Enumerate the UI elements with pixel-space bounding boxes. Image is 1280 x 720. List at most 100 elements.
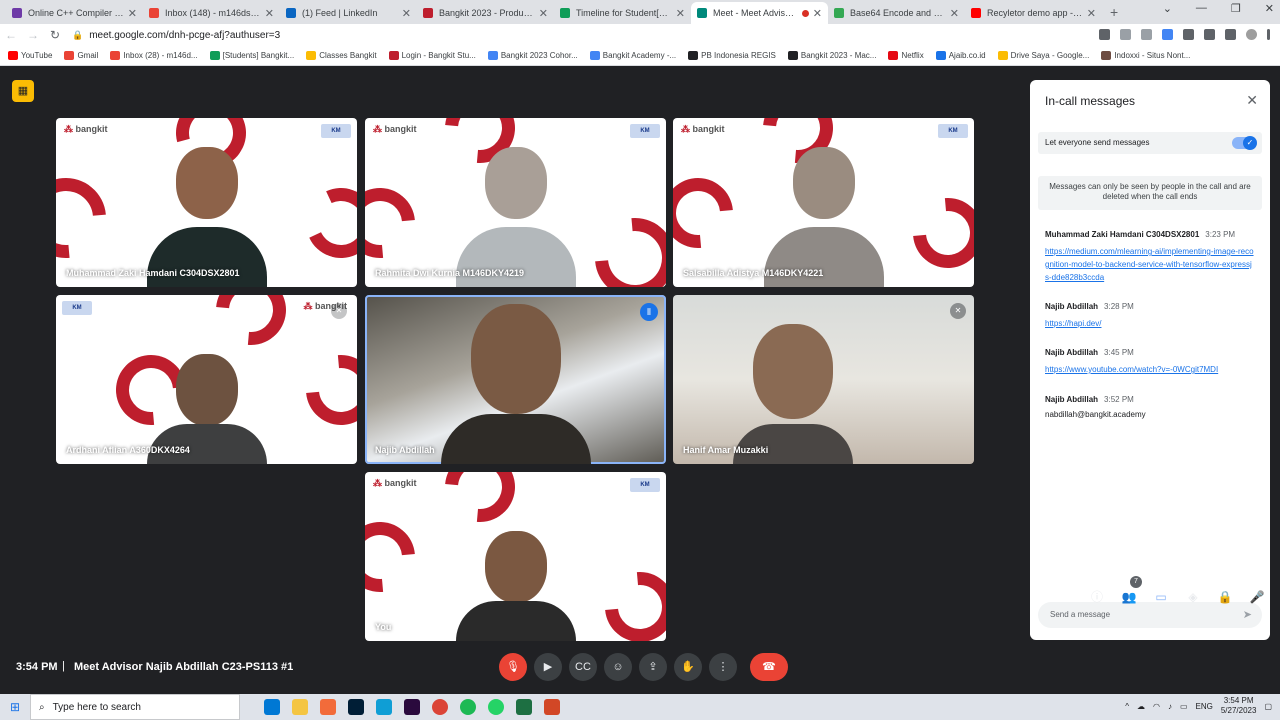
bookmark[interactable]: Bangkit 2023 Cohor... [487, 51, 578, 60]
bookmark[interactable]: Inbox (28) - m146d... [110, 51, 198, 60]
bookmark[interactable]: Classes Bangkit [306, 51, 377, 60]
wifi-icon[interactable]: ◠ [1153, 702, 1160, 711]
camera-button[interactable]: ▶ [534, 653, 562, 681]
whatsapp-icon[interactable] [488, 699, 504, 715]
browser-tab[interactable]: (1) Feed | LinkedIn ✕ [280, 2, 417, 24]
back-icon[interactable]: ← [0, 28, 22, 42]
new-tab-icon[interactable]: + [1102, 4, 1126, 24]
language-indicator[interactable]: ENG [1196, 702, 1213, 711]
participant-tile[interactable]: KM ⁂ bangkit ✕ Ardhani Aflian A360DKX426… [56, 295, 357, 464]
reactions-button[interactable]: ☺ [604, 653, 632, 681]
bookmark[interactable]: Ajaib.co.id [935, 51, 986, 60]
taskbar-date: 5/27/2023 [1220, 706, 1257, 715]
close-icon[interactable]: ✕ [813, 7, 822, 20]
close-icon[interactable]: ✕ [676, 7, 685, 20]
message-time: 3:28 PM [1104, 302, 1134, 311]
taskbar-clock[interactable]: 3:54 PM 5/27/2023 [1221, 696, 1257, 716]
bookmark[interactable]: Indoxxi - Situs Nont... [1101, 51, 1190, 60]
allow-messages-toggle[interactable]: ✓ [1232, 136, 1257, 150]
browser-tab[interactable]: Recyletor demo app - You ✕ [965, 2, 1102, 24]
bookmark[interactable]: Bangkit Academy -... [589, 51, 676, 60]
notification-icon[interactable]: ▢ [1264, 702, 1272, 711]
taskbar-search[interactable]: ⌕ Type here to search [30, 694, 240, 720]
chevron-down-icon[interactable]: ⌄ [1163, 2, 1172, 15]
browser-tab[interactable]: Base64 Encode and Decod ✕ [828, 2, 965, 24]
bookmark[interactable]: Bangkit 2023 - Mac... [787, 51, 876, 60]
people-icon[interactable]: 👥 7 [1120, 576, 1142, 606]
forward-icon[interactable]: → [22, 28, 44, 42]
bookmark[interactable]: Login - Bangkit Stu... [388, 51, 476, 60]
browser-tab[interactable]: Bangkit 2023 - Product-Ba ✕ [417, 2, 554, 24]
powerpoint-icon[interactable] [544, 699, 560, 715]
participant-tile[interactable]: ✕ Hanif Amar Muzakki [673, 295, 974, 464]
bookmark[interactable]: [Students] Bangkit... [209, 51, 294, 60]
restore-icon[interactable]: ❐ [1231, 2, 1241, 15]
battery-icon[interactable]: ▭ [1180, 702, 1188, 711]
speaker-icon[interactable]: ♪ [1168, 702, 1172, 711]
message-link[interactable]: https://medium.com/mlearning-ai/implemen… [1045, 245, 1255, 284]
close-window-icon[interactable]: ✕ [1265, 2, 1274, 15]
send-icon[interactable]: ➤ [1243, 608, 1252, 621]
message-link[interactable]: https://www.youtube.com/watch?v=-0WCgit7… [1045, 363, 1255, 376]
reload-icon[interactable]: ↻ [44, 28, 66, 42]
file-explorer-icon[interactable] [292, 699, 308, 715]
onedrive-icon[interactable]: ☁ [1137, 702, 1145, 711]
participant-tile[interactable]: ⁂ bangkit KM Salsabilla Adistya M146DKY4… [673, 118, 974, 287]
torso [440, 414, 591, 464]
bookmark[interactable]: Drive Saya - Google... [997, 51, 1089, 60]
browser-tab[interactable]: Inbox (148) - m146dsx2340 ✕ [143, 2, 280, 24]
captions-button[interactable]: CC [569, 653, 597, 681]
mic-off-button[interactable]: 🎙 [499, 653, 527, 681]
close-icon[interactable]: ✕ [128, 7, 137, 20]
bookmark[interactable]: Netflix [888, 51, 924, 60]
photoshop-icon[interactable] [348, 699, 364, 715]
info-icon[interactable]: ⓘ [1088, 588, 1106, 606]
leave-call-button[interactable]: ☎ [750, 653, 788, 681]
host-controls-icon[interactable]: ▦ [12, 80, 34, 102]
chat-icon[interactable]: ▭ [1152, 588, 1170, 606]
camera-icon[interactable] [1099, 29, 1110, 40]
message-link[interactable]: https://hapi.dev/ [1045, 317, 1255, 330]
more-options-button[interactable]: ⋮ [709, 653, 737, 681]
activities-icon[interactable]: ◈ [1184, 588, 1202, 606]
chrome-icon[interactable] [432, 699, 448, 715]
present-button[interactable]: ⇪ [639, 653, 667, 681]
share-icon[interactable] [1120, 29, 1131, 40]
menu-icon[interactable] [1267, 29, 1270, 40]
extension-icon[interactable] [1162, 29, 1173, 40]
host-lock-icon[interactable]: 🔒 [1216, 588, 1234, 606]
address-field[interactable]: 🔒 meet.google.com/dnh-pcge-afj?authuser=3 [72, 30, 972, 41]
avatar[interactable] [1246, 29, 1257, 40]
minimize-icon[interactable]: — [1196, 2, 1207, 15]
participant-tile-active-speaker[interactable]: ⦀ Najib Abdillah [365, 295, 666, 464]
media-icon[interactable] [1204, 29, 1215, 40]
puzzle-icon[interactable] [1183, 29, 1194, 40]
star-icon[interactable] [1141, 29, 1152, 40]
close-icon[interactable]: ✕ [539, 7, 548, 20]
browser-tab[interactable]: Timeline for Student[Prod ✕ [554, 2, 691, 24]
premiere-icon[interactable] [404, 699, 420, 715]
participant-tile[interactable]: ⁂ bangkit KM Muhammad Zaki Hamdani C304D… [56, 118, 357, 287]
close-icon[interactable]: ✕ [1246, 92, 1258, 109]
mic-icon[interactable]: 🎤 [1248, 588, 1266, 606]
windows-start-icon[interactable]: ⊞ [0, 700, 30, 714]
raise-hand-button[interactable]: ✋ [674, 653, 702, 681]
browser-tab[interactable]: Online C++ Compiler - onl ✕ [6, 2, 143, 24]
chevron-up-icon[interactable]: ^ [1125, 702, 1129, 711]
bookmark[interactable]: Gmail [64, 51, 98, 60]
close-icon[interactable]: ✕ [265, 7, 274, 20]
close-icon[interactable]: ✕ [402, 7, 411, 20]
participant-tile[interactable]: ⁂ bangkit KM Rahmita Dwi Kurnia M146DKY4… [365, 118, 666, 287]
bookmark[interactable]: PB Indonesia REGIS [688, 51, 776, 60]
browser-tab-active[interactable]: Meet - Meet Advisor N ✕ [691, 2, 828, 24]
spotify-icon[interactable] [460, 699, 476, 715]
bookmark[interactable]: YouTube [8, 51, 52, 60]
close-icon[interactable]: ✕ [1087, 7, 1096, 20]
participant-tile-self[interactable]: ⁂ bangkit KM You [365, 472, 666, 641]
mail-app-icon[interactable] [264, 699, 280, 715]
app-icon[interactable] [320, 699, 336, 715]
edge-icon[interactable] [376, 699, 392, 715]
close-icon[interactable]: ✕ [950, 7, 959, 20]
sidebar-icon[interactable] [1225, 29, 1236, 40]
excel-icon[interactable] [516, 699, 532, 715]
